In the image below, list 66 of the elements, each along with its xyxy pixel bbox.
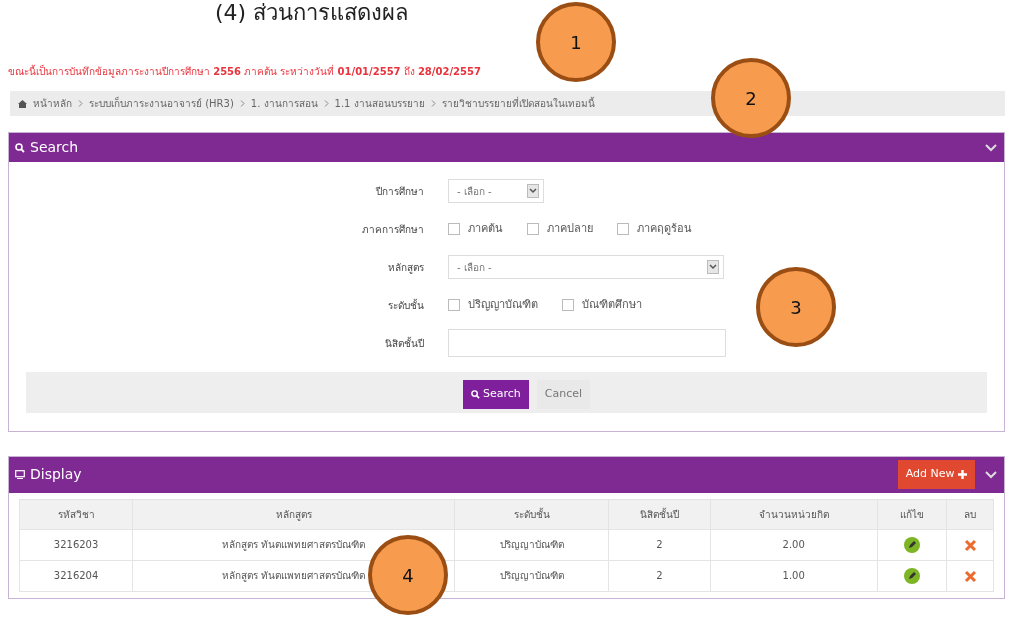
chevron-right-icon — [239, 100, 245, 107]
checkbox-label: ภาคต้น — [468, 220, 503, 237]
table-cell: ปริญญาบัณฑิต — [454, 560, 609, 591]
chevron-right-icon — [323, 100, 329, 107]
plus-icon — [958, 469, 967, 479]
field-label: ระดับชั้น — [387, 297, 424, 313]
checkbox[interactable] — [448, 299, 460, 311]
cancel-button[interactable]: Cancel — [536, 380, 591, 409]
delete-icon[interactable] — [963, 569, 977, 583]
home-icon — [18, 99, 27, 108]
field-label: ภาคการศึกษา — [361, 222, 424, 237]
notice-text: ขณะนี้เป็นการบันทึกข้อมูลภาระงานปีการศึกษา 2556 ภาคต้น ระหว่างวันที่ 01/01/2557 ถึง 28/02/2557 — [8, 64, 481, 79]
column-header: หลักสูตร — [132, 499, 455, 529]
checkbox[interactable] — [617, 223, 629, 235]
column-header: รหัสวิชา — [19, 499, 133, 529]
monitor-icon — [15, 470, 25, 479]
search-icon — [15, 142, 25, 153]
chevron-right-icon — [430, 100, 436, 107]
dropdown[interactable]: - เลือก - — [448, 255, 724, 279]
add-new-button[interactable]: Add New — [897, 460, 975, 489]
panel-title: Search — [30, 138, 79, 157]
checkbox-label: ภาคฤดูร้อน — [637, 220, 692, 237]
table-cell: 2 — [608, 529, 711, 560]
table-cell: 1.00 — [710, 560, 878, 591]
callout-marker: 4 — [368, 535, 448, 615]
pencil-icon[interactable] — [904, 536, 921, 553]
field-label: นิสิตชั้นปี — [384, 335, 424, 351]
chevron-down-icon[interactable] — [984, 142, 998, 153]
breadcrumb-link[interactable]: 1. งานการสอน — [250, 96, 318, 111]
column-header: จำนวนหน่วยกิต — [710, 499, 878, 529]
field-label: หลักสูตร — [387, 260, 424, 275]
breadcrumb-link[interactable]: หน้าหลัก — [33, 96, 72, 111]
table-cell: 2.00 — [710, 529, 878, 560]
checkbox-label: บัณฑิตศึกษา — [582, 296, 642, 313]
checkbox-label: ปริญญาบัณฑิต — [468, 296, 538, 313]
chevron-down-icon[interactable] — [984, 469, 998, 480]
field-label: ปีการศึกษา — [374, 184, 424, 199]
search-button[interactable]: Search — [462, 380, 529, 409]
search-icon — [470, 389, 480, 399]
column-header: ลบ — [946, 499, 994, 529]
chevron-right-icon — [78, 100, 83, 107]
column-header: แก้ไข — [877, 499, 947, 529]
panel-title: Display — [30, 465, 82, 484]
callout-marker: 3 — [756, 267, 836, 347]
input-field[interactable] — [448, 329, 726, 357]
checkbox[interactable] — [448, 223, 460, 235]
caret-icon — [707, 260, 719, 274]
delete-icon[interactable] — [963, 538, 977, 552]
breadcrumb-link[interactable]: รายวิชาบรรยายที่เปิดสอนในเทอมนี้ — [441, 96, 595, 111]
checkbox[interactable] — [527, 223, 539, 235]
breadcrumb-link[interactable]: 1.1 งานสอนบรรยาย — [334, 96, 425, 111]
dropdown[interactable]: - เลือก - — [448, 179, 544, 203]
column-header: ระดับชั้น — [454, 499, 609, 529]
table-cell: 3216204 — [19, 560, 133, 591]
column-header: นิสิตชั้นปี — [608, 499, 711, 529]
checkbox-label: ภาคปลาย — [547, 220, 593, 237]
caption: (4) ส่วนการแสดงผล — [215, 0, 410, 26]
table-cell: 2 — [608, 560, 711, 591]
breadcrumb-link[interactable]: ระบบเก็บภาระงานอาจารย์ (HR3) — [89, 96, 234, 111]
callout-marker: 1 — [536, 2, 616, 82]
caret-icon — [527, 184, 539, 198]
table-cell: 3216203 — [19, 529, 133, 560]
checkbox[interactable] — [562, 299, 574, 311]
table-cell: ปริญญาบัณฑิต — [454, 529, 609, 560]
pencil-icon[interactable] — [904, 567, 921, 584]
callout-marker: 2 — [711, 58, 791, 138]
